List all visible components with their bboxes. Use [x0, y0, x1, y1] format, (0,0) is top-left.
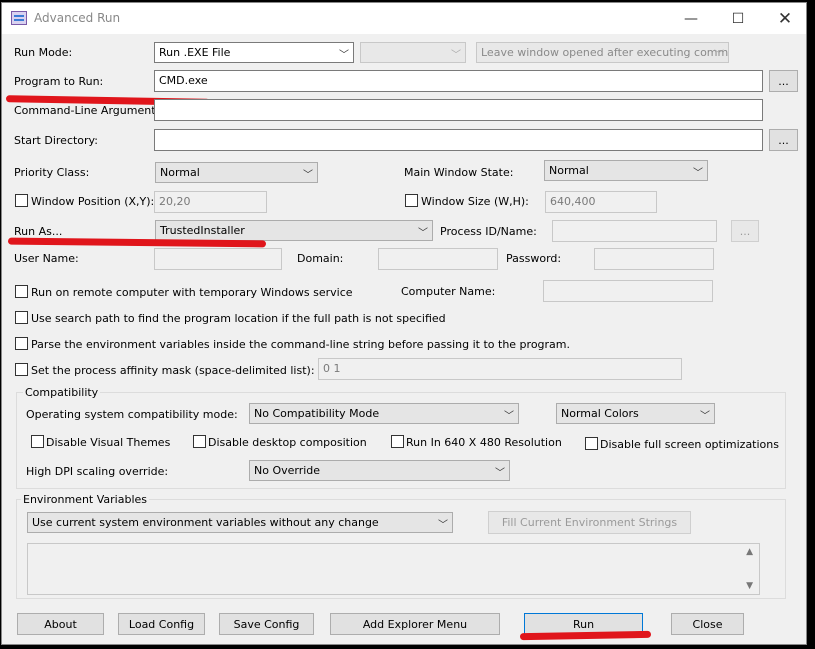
- user-name-label: User Name:: [14, 252, 79, 265]
- computer-name-label: Computer Name:: [401, 285, 496, 298]
- disable-fullscreen-label: Disable full screen optimizations: [600, 438, 779, 451]
- add-explorer-menu-button[interactable]: Add Explorer Menu: [330, 613, 500, 635]
- red-annotation-underline: [7, 237, 267, 248]
- run-as-value: TrustedInstaller: [160, 224, 245, 237]
- os-compat-label: Operating system compatibility mode:: [26, 408, 238, 421]
- search-path-checkbox[interactable]: [15, 311, 28, 324]
- scroll-up-icon[interactable]: ▲: [746, 547, 753, 557]
- remote-computer-label: Run on remote computer with temporary Wi…: [31, 286, 353, 299]
- about-button[interactable]: About: [17, 613, 104, 635]
- red-annotation-underline: [519, 630, 652, 641]
- minimize-button[interactable]: —: [668, 3, 714, 34]
- run-mode-value: Run .EXE File: [159, 46, 231, 59]
- environment-mode-select[interactable]: Use current system environment variables…: [27, 512, 453, 533]
- chevron-down-icon: ﹀: [693, 168, 703, 179]
- chevron-down-icon: ﹀: [700, 411, 710, 422]
- process-id-input[interactable]: [552, 220, 717, 242]
- chevron-down-icon: ﹀: [714, 50, 724, 61]
- priority-select[interactable]: Normal ﹀: [155, 162, 318, 183]
- start-directory-input[interactable]: [154, 129, 763, 151]
- environment-mode-value: Use current system environment variables…: [32, 516, 379, 529]
- run-640-checkbox[interactable]: [391, 435, 404, 448]
- disable-fullscreen-checkbox[interactable]: [585, 437, 598, 450]
- parse-env-checkbox[interactable]: [15, 337, 28, 350]
- run-mode-label: Run Mode:: [14, 46, 73, 59]
- close-window-button[interactable]: ✕: [762, 3, 808, 34]
- priority-label: Priority Class:: [14, 166, 90, 179]
- priority-value: Normal: [160, 166, 200, 179]
- window-position-label: Window Position (X,Y):: [31, 195, 155, 208]
- run-as-select[interactable]: TrustedInstaller ﹀: [155, 220, 433, 241]
- chevron-down-icon: ﹀: [418, 228, 428, 239]
- window-size-label: Window Size (W,H):: [421, 195, 529, 208]
- dpi-label: High DPI scaling override:: [26, 465, 169, 478]
- command-line-input[interactable]: [154, 99, 763, 121]
- window-size-checkbox[interactable]: [405, 194, 418, 207]
- scroll-down-icon[interactable]: ▼: [746, 581, 753, 591]
- search-path-label: Use search path to find the program loca…: [31, 312, 446, 325]
- environment-group-title: Environment Variables: [21, 493, 150, 506]
- command-line-label: Command-Line Arguments:: [14, 104, 165, 117]
- main-window-state-label: Main Window State:: [404, 166, 514, 179]
- main-window-state-select[interactable]: Normal ﹀: [544, 160, 708, 181]
- window-title: Advanced Run: [34, 11, 121, 25]
- os-compat-select[interactable]: No Compatibility Mode ﹀: [249, 403, 519, 424]
- chevron-down-icon: ﹀: [451, 50, 461, 61]
- domain-label: Domain:: [297, 252, 344, 265]
- disable-composition-label: Disable desktop composition: [208, 436, 367, 449]
- colors-select[interactable]: Normal Colors ﹀: [556, 403, 715, 424]
- start-directory-browse-button[interactable]: ...: [769, 129, 798, 151]
- app-icon: [11, 11, 27, 25]
- close-button[interactable]: Close: [671, 613, 744, 635]
- window-size-input[interactable]: 640,400: [545, 191, 657, 213]
- maximize-button[interactable]: ☐: [715, 3, 761, 34]
- load-config-button[interactable]: Load Config: [118, 613, 205, 635]
- disable-composition-checkbox[interactable]: [193, 435, 206, 448]
- environment-strings-textarea[interactable]: ▲ ▼: [27, 543, 760, 595]
- main-window-state-value: Normal: [549, 164, 589, 177]
- os-compat-value: No Compatibility Mode: [254, 407, 380, 420]
- domain-input[interactable]: [378, 248, 498, 270]
- window-option-select[interactable]: Leave window opened after executing comm…: [476, 42, 729, 63]
- user-name-input[interactable]: [154, 248, 282, 270]
- program-browse-button[interactable]: ...: [769, 70, 798, 92]
- parse-env-label: Parse the environment variables inside t…: [31, 338, 570, 351]
- window-position-checkbox[interactable]: [15, 194, 28, 207]
- title-bar: Advanced Run — ☐ ✕: [2, 3, 806, 34]
- chevron-down-icon: ﹀: [303, 170, 313, 181]
- chevron-down-icon: ﹀: [504, 411, 514, 422]
- process-browse-button[interactable]: ...: [731, 220, 759, 242]
- password-input[interactable]: [594, 248, 714, 270]
- run-mode-secondary-select[interactable]: ﹀: [360, 42, 466, 63]
- program-label: Program to Run:: [14, 75, 104, 88]
- chevron-down-icon: ﹀: [438, 520, 448, 531]
- run-as-label: Run As...: [14, 225, 63, 238]
- disable-themes-checkbox[interactable]: [31, 435, 44, 448]
- dpi-select[interactable]: No Override ﹀: [249, 460, 510, 481]
- compatibility-group-title: Compatibility: [23, 386, 101, 399]
- colors-value: Normal Colors: [561, 407, 639, 420]
- disable-themes-label: Disable Visual Themes: [46, 436, 171, 449]
- start-directory-label: Start Directory:: [14, 134, 98, 147]
- affinity-label: Set the process affinity mask (space-del…: [31, 364, 315, 377]
- window-option-value: Leave window opened after executing comm…: [481, 46, 729, 59]
- chevron-down-icon: ﹀: [495, 468, 505, 479]
- run-mode-select[interactable]: Run .EXE File ﹀: [154, 42, 354, 63]
- affinity-checkbox[interactable]: [15, 363, 28, 376]
- window-position-input[interactable]: 20,20: [154, 191, 267, 213]
- save-config-button[interactable]: Save Config: [219, 613, 314, 635]
- program-input[interactable]: CMD.exe: [154, 70, 763, 92]
- advanced-run-window: Advanced Run — ☐ ✕ Run Mode: Run .EXE Fi…: [1, 2, 807, 645]
- process-id-label: Process ID/Name:: [440, 225, 537, 238]
- affinity-input[interactable]: 0 1: [318, 358, 682, 380]
- password-label: Password:: [506, 252, 562, 265]
- dpi-value: No Override: [254, 464, 321, 477]
- fill-environment-button[interactable]: Fill Current Environment Strings: [488, 511, 691, 534]
- chevron-down-icon: ﹀: [339, 50, 349, 61]
- computer-name-input[interactable]: [543, 280, 713, 302]
- run-640-label: Run In 640 X 480 Resolution: [406, 436, 562, 449]
- remote-computer-checkbox[interactable]: [15, 285, 28, 298]
